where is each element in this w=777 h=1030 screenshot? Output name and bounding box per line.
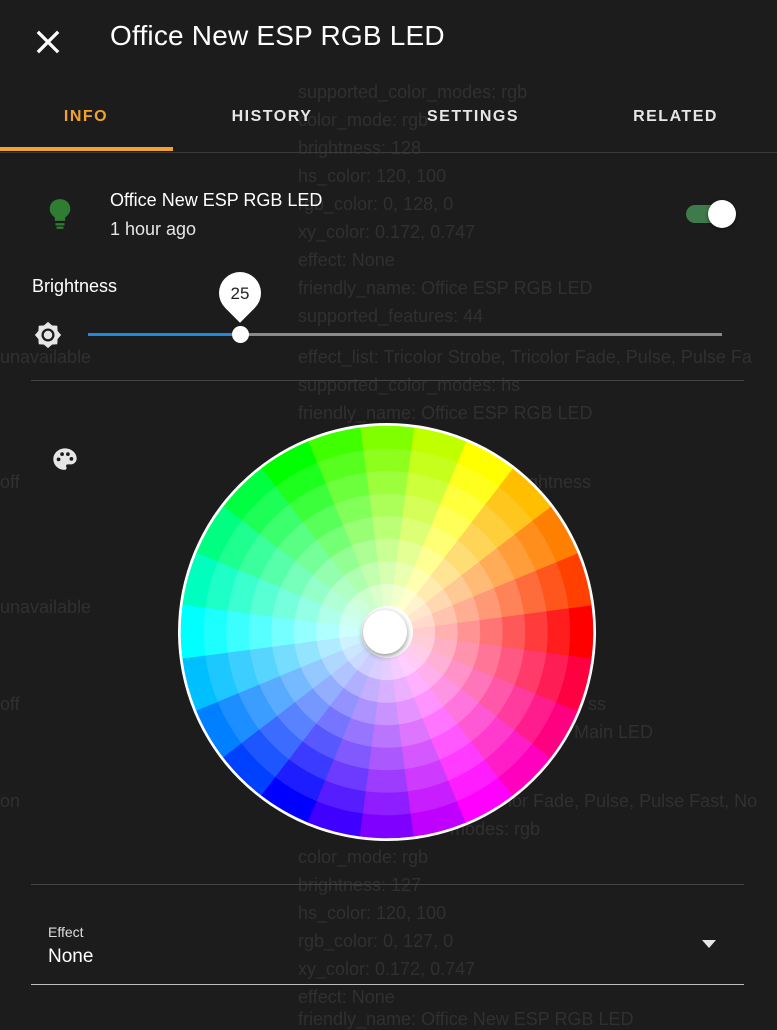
color-wheel-segment bbox=[359, 813, 415, 839]
color-wheel-segment bbox=[362, 448, 412, 473]
color-wheel-segment bbox=[270, 616, 295, 648]
toggle-thumb bbox=[708, 200, 736, 228]
slider-value-label: 25 bbox=[230, 284, 250, 303]
color-wheel-segment bbox=[374, 702, 400, 726]
color-wheel-segment bbox=[371, 515, 403, 540]
slider-fill bbox=[88, 333, 240, 336]
color-wheel-segment bbox=[457, 619, 481, 645]
dialog-title: Office New ESP RGB LED bbox=[110, 20, 445, 51]
tab-info[interactable]: INFO bbox=[0, 90, 172, 150]
color-wheel-segment bbox=[365, 768, 409, 794]
color-wheel-segment bbox=[180, 604, 206, 660]
color-wheel-segment bbox=[479, 616, 504, 648]
color-wheel-segment bbox=[359, 425, 415, 451]
color-wheel-segment bbox=[368, 493, 406, 518]
entity-name: Office New ESP RGB LED bbox=[110, 190, 323, 210]
brightness-slider[interactable]: 25 bbox=[88, 263, 722, 350]
color-wheel-segment bbox=[248, 613, 273, 651]
divider bbox=[31, 380, 744, 381]
color-wheel-segment bbox=[501, 613, 526, 651]
tab-bar: INFO HISTORY SETTINGS RELATED bbox=[0, 90, 777, 153]
power-toggle[interactable] bbox=[686, 200, 738, 228]
color-wheel-segment bbox=[568, 604, 594, 660]
palette-icon bbox=[53, 448, 77, 470]
close-button[interactable] bbox=[30, 24, 66, 60]
color-wheel-handle[interactable] bbox=[363, 610, 407, 654]
tab-related[interactable]: RELATED bbox=[574, 90, 777, 150]
color-wheel-segment bbox=[371, 724, 403, 749]
effect-select[interactable]: Effect None bbox=[31, 916, 744, 985]
brightness-label: Brightness bbox=[32, 276, 118, 296]
color-wheel-segment bbox=[546, 607, 571, 657]
close-icon bbox=[36, 30, 60, 54]
tab-history[interactable]: HISTORY bbox=[172, 90, 372, 150]
color-wheel-segment bbox=[293, 619, 317, 645]
dialog-header: Office New ESP RGB LED bbox=[0, 0, 777, 80]
entity-row: Office New ESP RGB LED 1 hour ago bbox=[0, 180, 777, 250]
slider-knob[interactable] bbox=[232, 326, 249, 343]
dropdown-arrow-icon bbox=[702, 940, 716, 948]
effect-value: None bbox=[48, 946, 94, 967]
last-changed: 1 hour ago bbox=[110, 219, 197, 239]
color-wheel-segment bbox=[225, 610, 251, 654]
color-wheel-segment bbox=[365, 470, 409, 496]
color-wheel-segment bbox=[368, 746, 406, 771]
more-info-dialog: Office New ESP RGB LED INFO HISTORY SETT… bbox=[0, 0, 777, 1024]
color-wheel-segment bbox=[203, 607, 228, 657]
effect-label: Effect bbox=[48, 924, 84, 940]
color-wheel-segment bbox=[362, 791, 412, 816]
active-tab-indicator bbox=[0, 147, 173, 151]
tab-settings[interactable]: SETTINGS bbox=[372, 90, 574, 150]
divider bbox=[31, 884, 744, 885]
color-wheel-segment bbox=[374, 538, 400, 562]
lightbulb-icon bbox=[49, 199, 71, 229]
brightness-icon bbox=[34, 321, 62, 349]
color-wheel-segment bbox=[523, 610, 549, 654]
